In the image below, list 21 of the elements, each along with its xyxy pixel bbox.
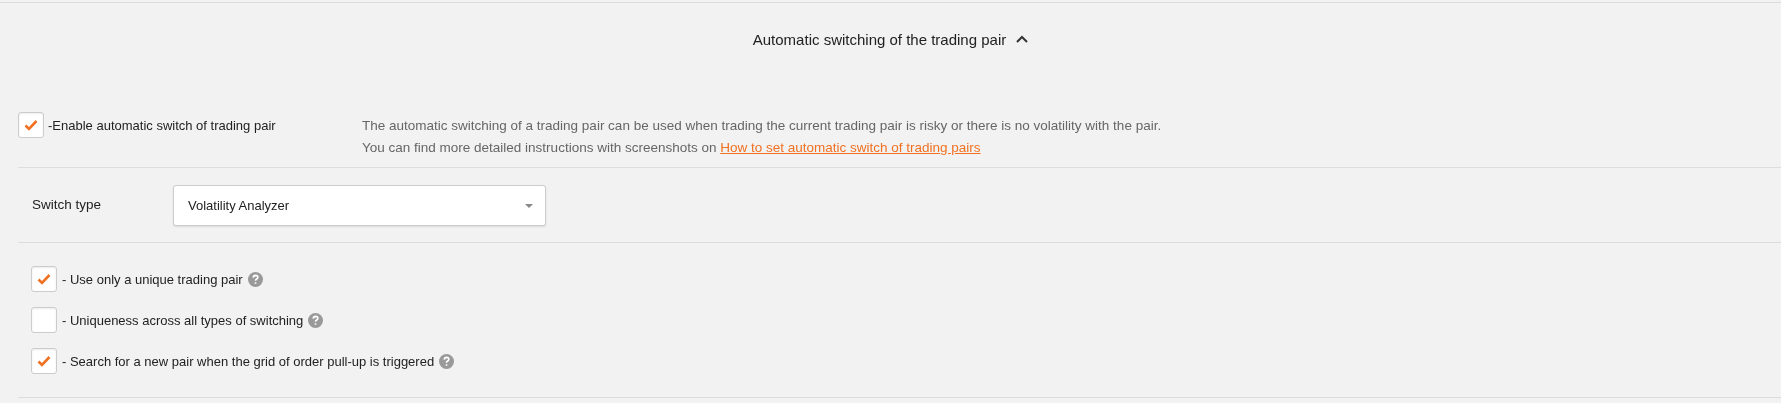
checkbox-label: - Uniqueness across all types of switching (62, 312, 304, 328)
section-title[interactable]: Automatic switching of the trading pair (752, 30, 1007, 48)
checkmark-icon (37, 355, 51, 367)
checkbox[interactable] (31, 348, 57, 374)
description-text: You can find more detailed instructions with screenshots on How to set automatic switch of trading pairs (362, 139, 982, 157)
checkbox[interactable] (18, 112, 44, 138)
caret-icon (525, 203, 533, 208)
checkmark-icon (24, 119, 38, 131)
checkbox[interactable] (31, 307, 57, 333)
chevron-up-icon[interactable] (1016, 35, 1029, 43)
help-icon[interactable] (247, 271, 263, 287)
checkbox-label: - Search for a new pair when the grid of order pull-up is triggered (62, 353, 435, 369)
help-icon[interactable] (439, 353, 455, 369)
field-label: Switch type (32, 197, 103, 212)
help-icon[interactable] (308, 312, 324, 328)
checkbox-label: - Use only a unique trading pair (62, 271, 243, 287)
checkbox[interactable] (31, 266, 57, 292)
switch-type-dropdown[interactable]: Volatility Analyzer (173, 185, 546, 226)
checkbox-label: -Enable automatic switch of trading pair (48, 118, 276, 133)
checkmark-icon (37, 273, 51, 285)
description-text: The automatic switching of a trading pair can be used when trading the current trading pair is risky or there is no volatility with the pair. (362, 117, 1162, 135)
